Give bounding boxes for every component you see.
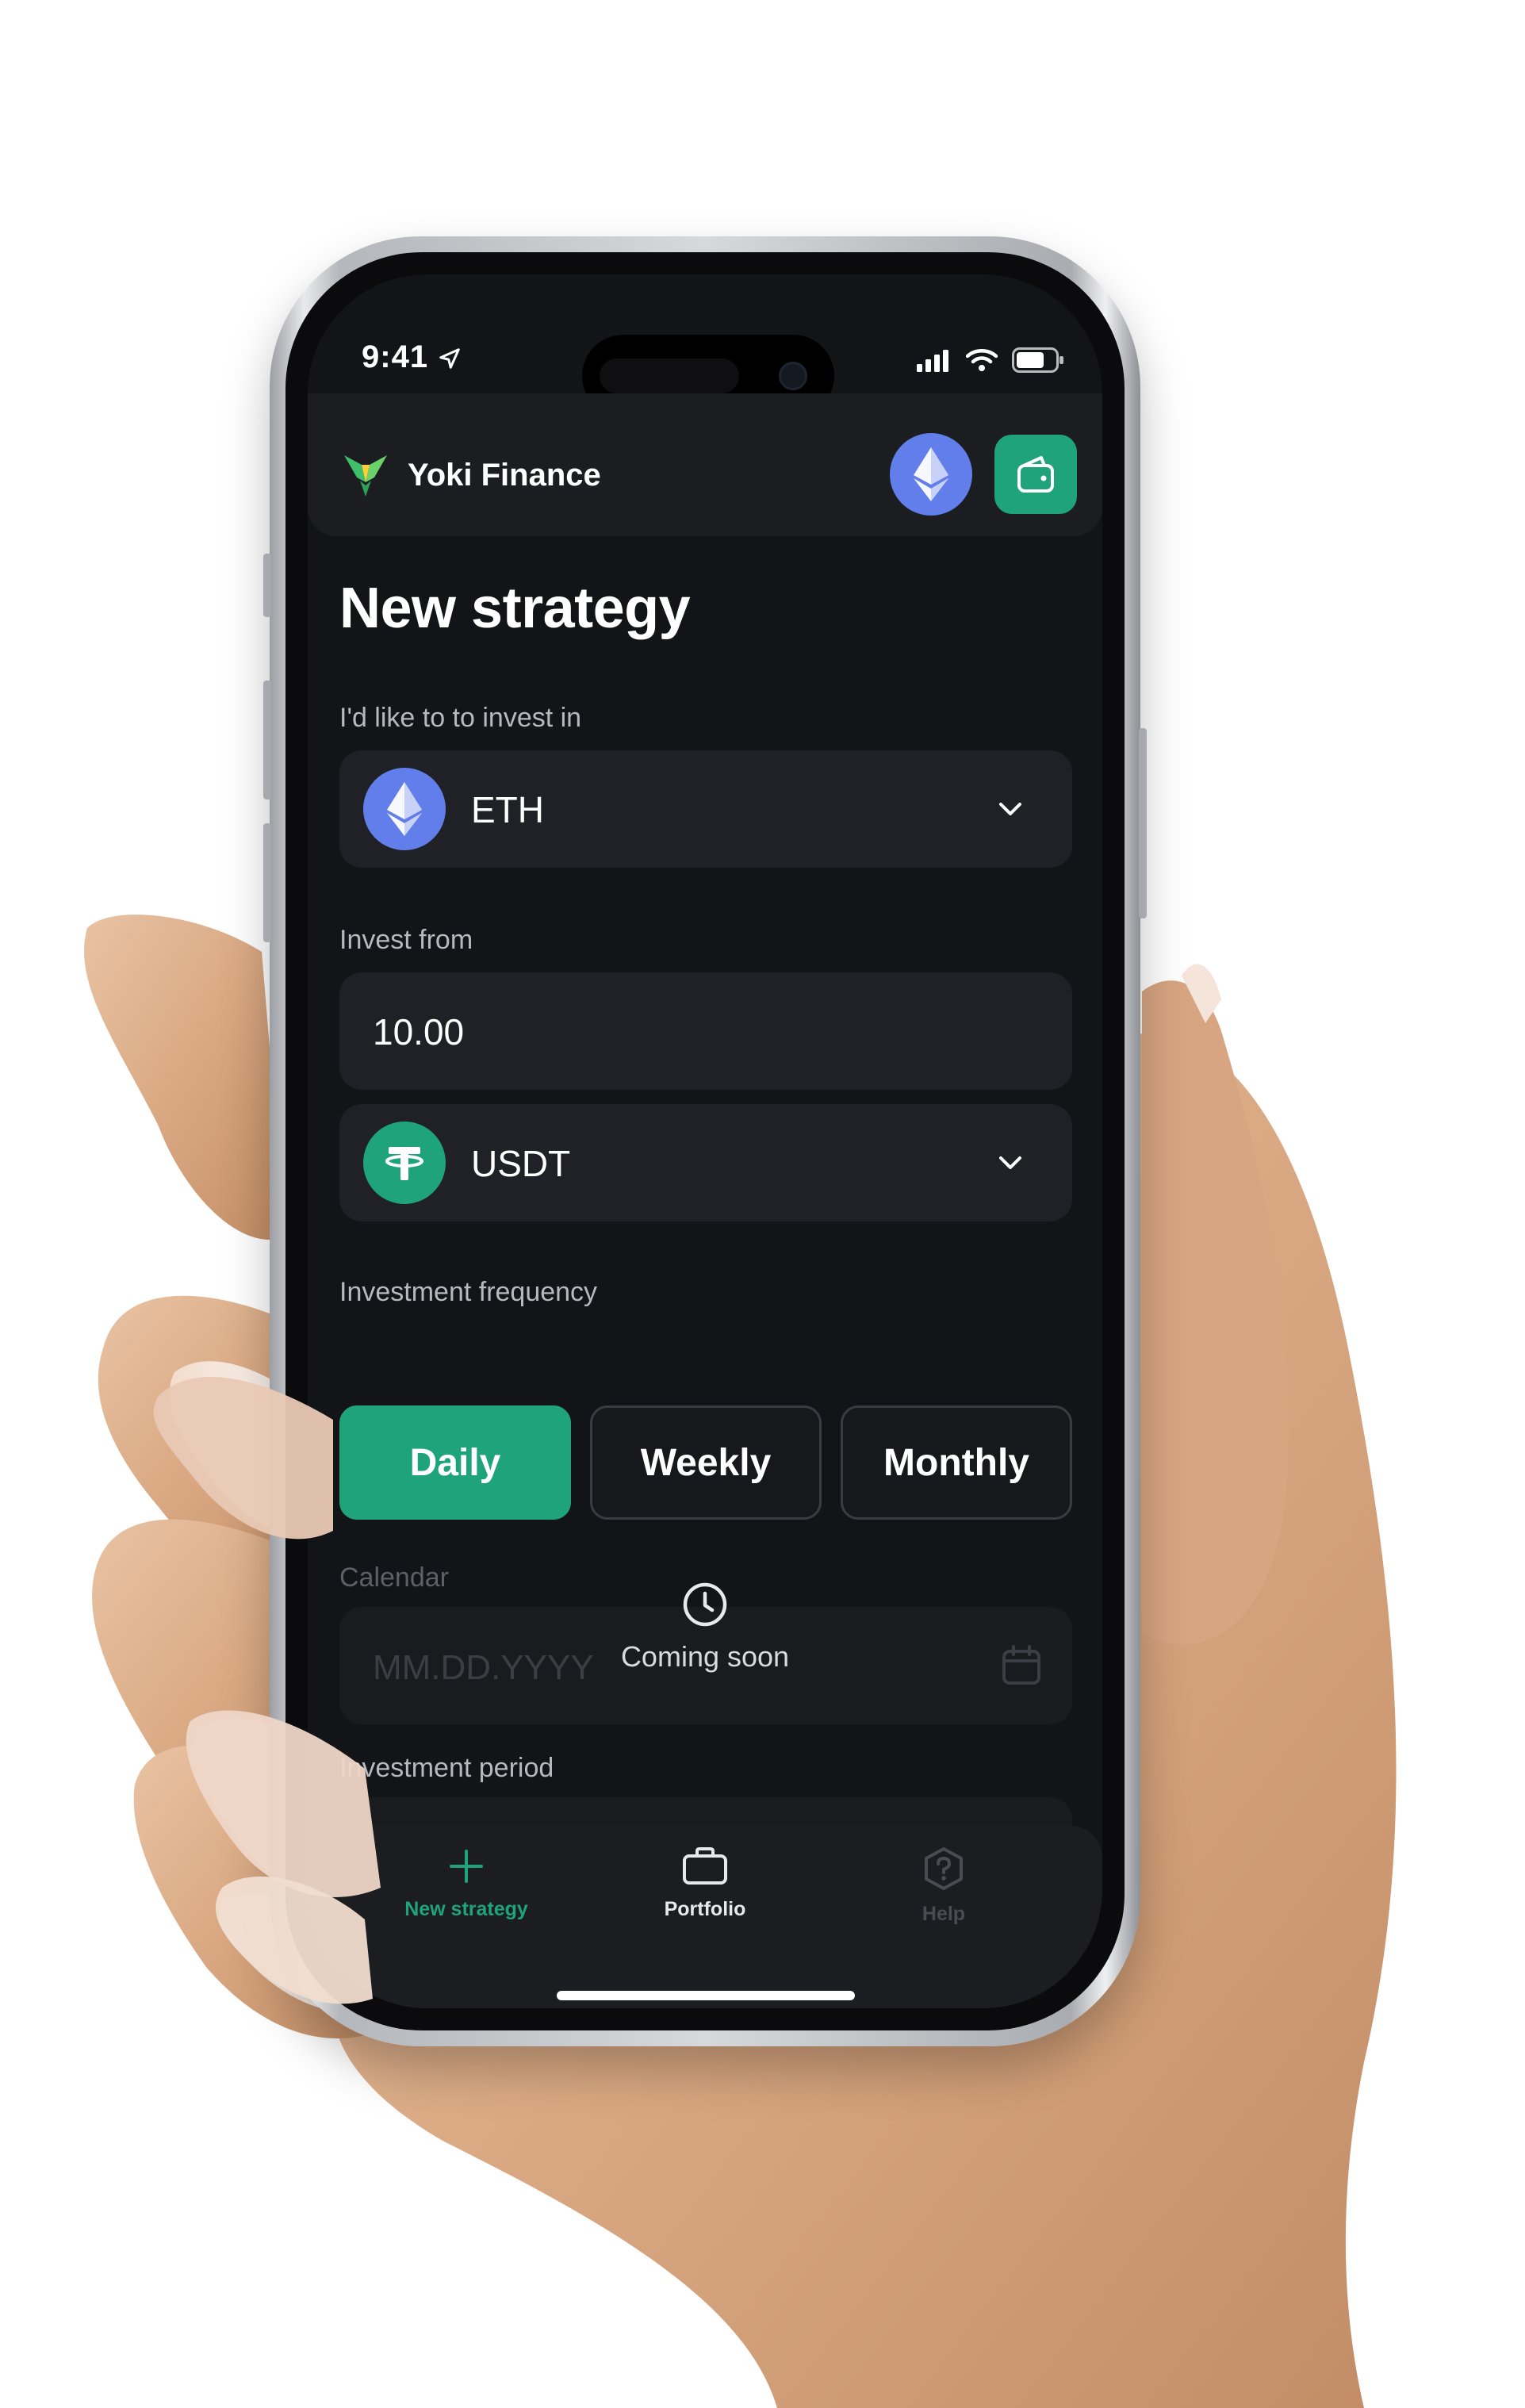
coming-soon-text: Coming soon (620, 1640, 790, 1673)
power-button (1139, 728, 1147, 918)
signal-icon (917, 350, 948, 372)
wallet-icon (1017, 456, 1054, 493)
period-label: Investment period (339, 1753, 554, 1783)
wifi-icon (966, 349, 998, 371)
chevron-down-icon (999, 803, 1021, 815)
ethereum-icon (914, 447, 948, 501)
amount-value: 10.00 (373, 1011, 465, 1053)
invest-in-value: ETH (471, 789, 544, 830)
coming-soon-overlay: Coming soon (308, 1580, 1102, 1674)
nav-new-strategy[interactable]: New strategy (347, 1846, 585, 1921)
app-screen: 9:41 Yoki Finance New strategy I'd like … (308, 274, 1102, 2008)
volume-up-button (263, 681, 271, 799)
brand-name: Yoki Finance (408, 457, 601, 493)
yoki-logo-icon (344, 455, 387, 497)
nav-label: Help (922, 1903, 966, 1925)
frequency-weekly-button[interactable]: Weekly (590, 1405, 822, 1520)
invest-in-label: I'd like to to invest in (339, 703, 582, 733)
invest-from-coin-value: USDT (471, 1143, 571, 1184)
battery-icon (1012, 347, 1063, 373)
nav-label: Portfolio (664, 1898, 746, 1920)
amount-input[interactable]: 10.00 (339, 972, 1072, 1090)
location-arrow-icon (439, 348, 460, 370)
wallet-button[interactable] (994, 435, 1077, 514)
nav-help[interactable]: Help (825, 1846, 1063, 1926)
status-icons (917, 347, 1064, 373)
frequency-monthly-button[interactable]: Monthly (841, 1405, 1072, 1520)
phone-frame: 9:41 Yoki Finance New strategy I'd like … (263, 236, 1147, 2046)
eth-coin-icon (363, 768, 446, 850)
usdt-coin-icon (363, 1122, 446, 1204)
volume-down-button (263, 823, 271, 942)
bottom-nav: New strategy Portfolio Help (308, 1826, 1102, 2008)
status-time: 9:41 (362, 339, 462, 375)
invest-in-select[interactable]: ETH (339, 750, 1072, 868)
app-header: Yoki Finance (308, 393, 1102, 536)
nav-label: New strategy (404, 1898, 528, 1920)
briefcase-icon (683, 1847, 727, 1885)
front-camera-icon (779, 362, 807, 390)
home-indicator (557, 1991, 855, 2000)
frequency-daily-button[interactable]: Daily (339, 1405, 571, 1520)
clock-icon (683, 1582, 727, 1627)
help-hexagon-icon (925, 1847, 963, 1890)
page-title: New strategy (339, 577, 691, 640)
plus-icon (450, 1850, 483, 1883)
mute-switch (263, 554, 271, 617)
invest-from-coin-select[interactable]: USDT (339, 1104, 1072, 1221)
network-eth-button[interactable] (890, 433, 972, 516)
frequency-label: Investment frequency (339, 1277, 598, 1307)
nav-portfolio[interactable]: Portfolio (586, 1846, 824, 1921)
invest-from-label: Invest from (339, 925, 473, 955)
brand[interactable]: Yoki Finance (339, 449, 601, 501)
chevron-down-icon (999, 1156, 1021, 1169)
